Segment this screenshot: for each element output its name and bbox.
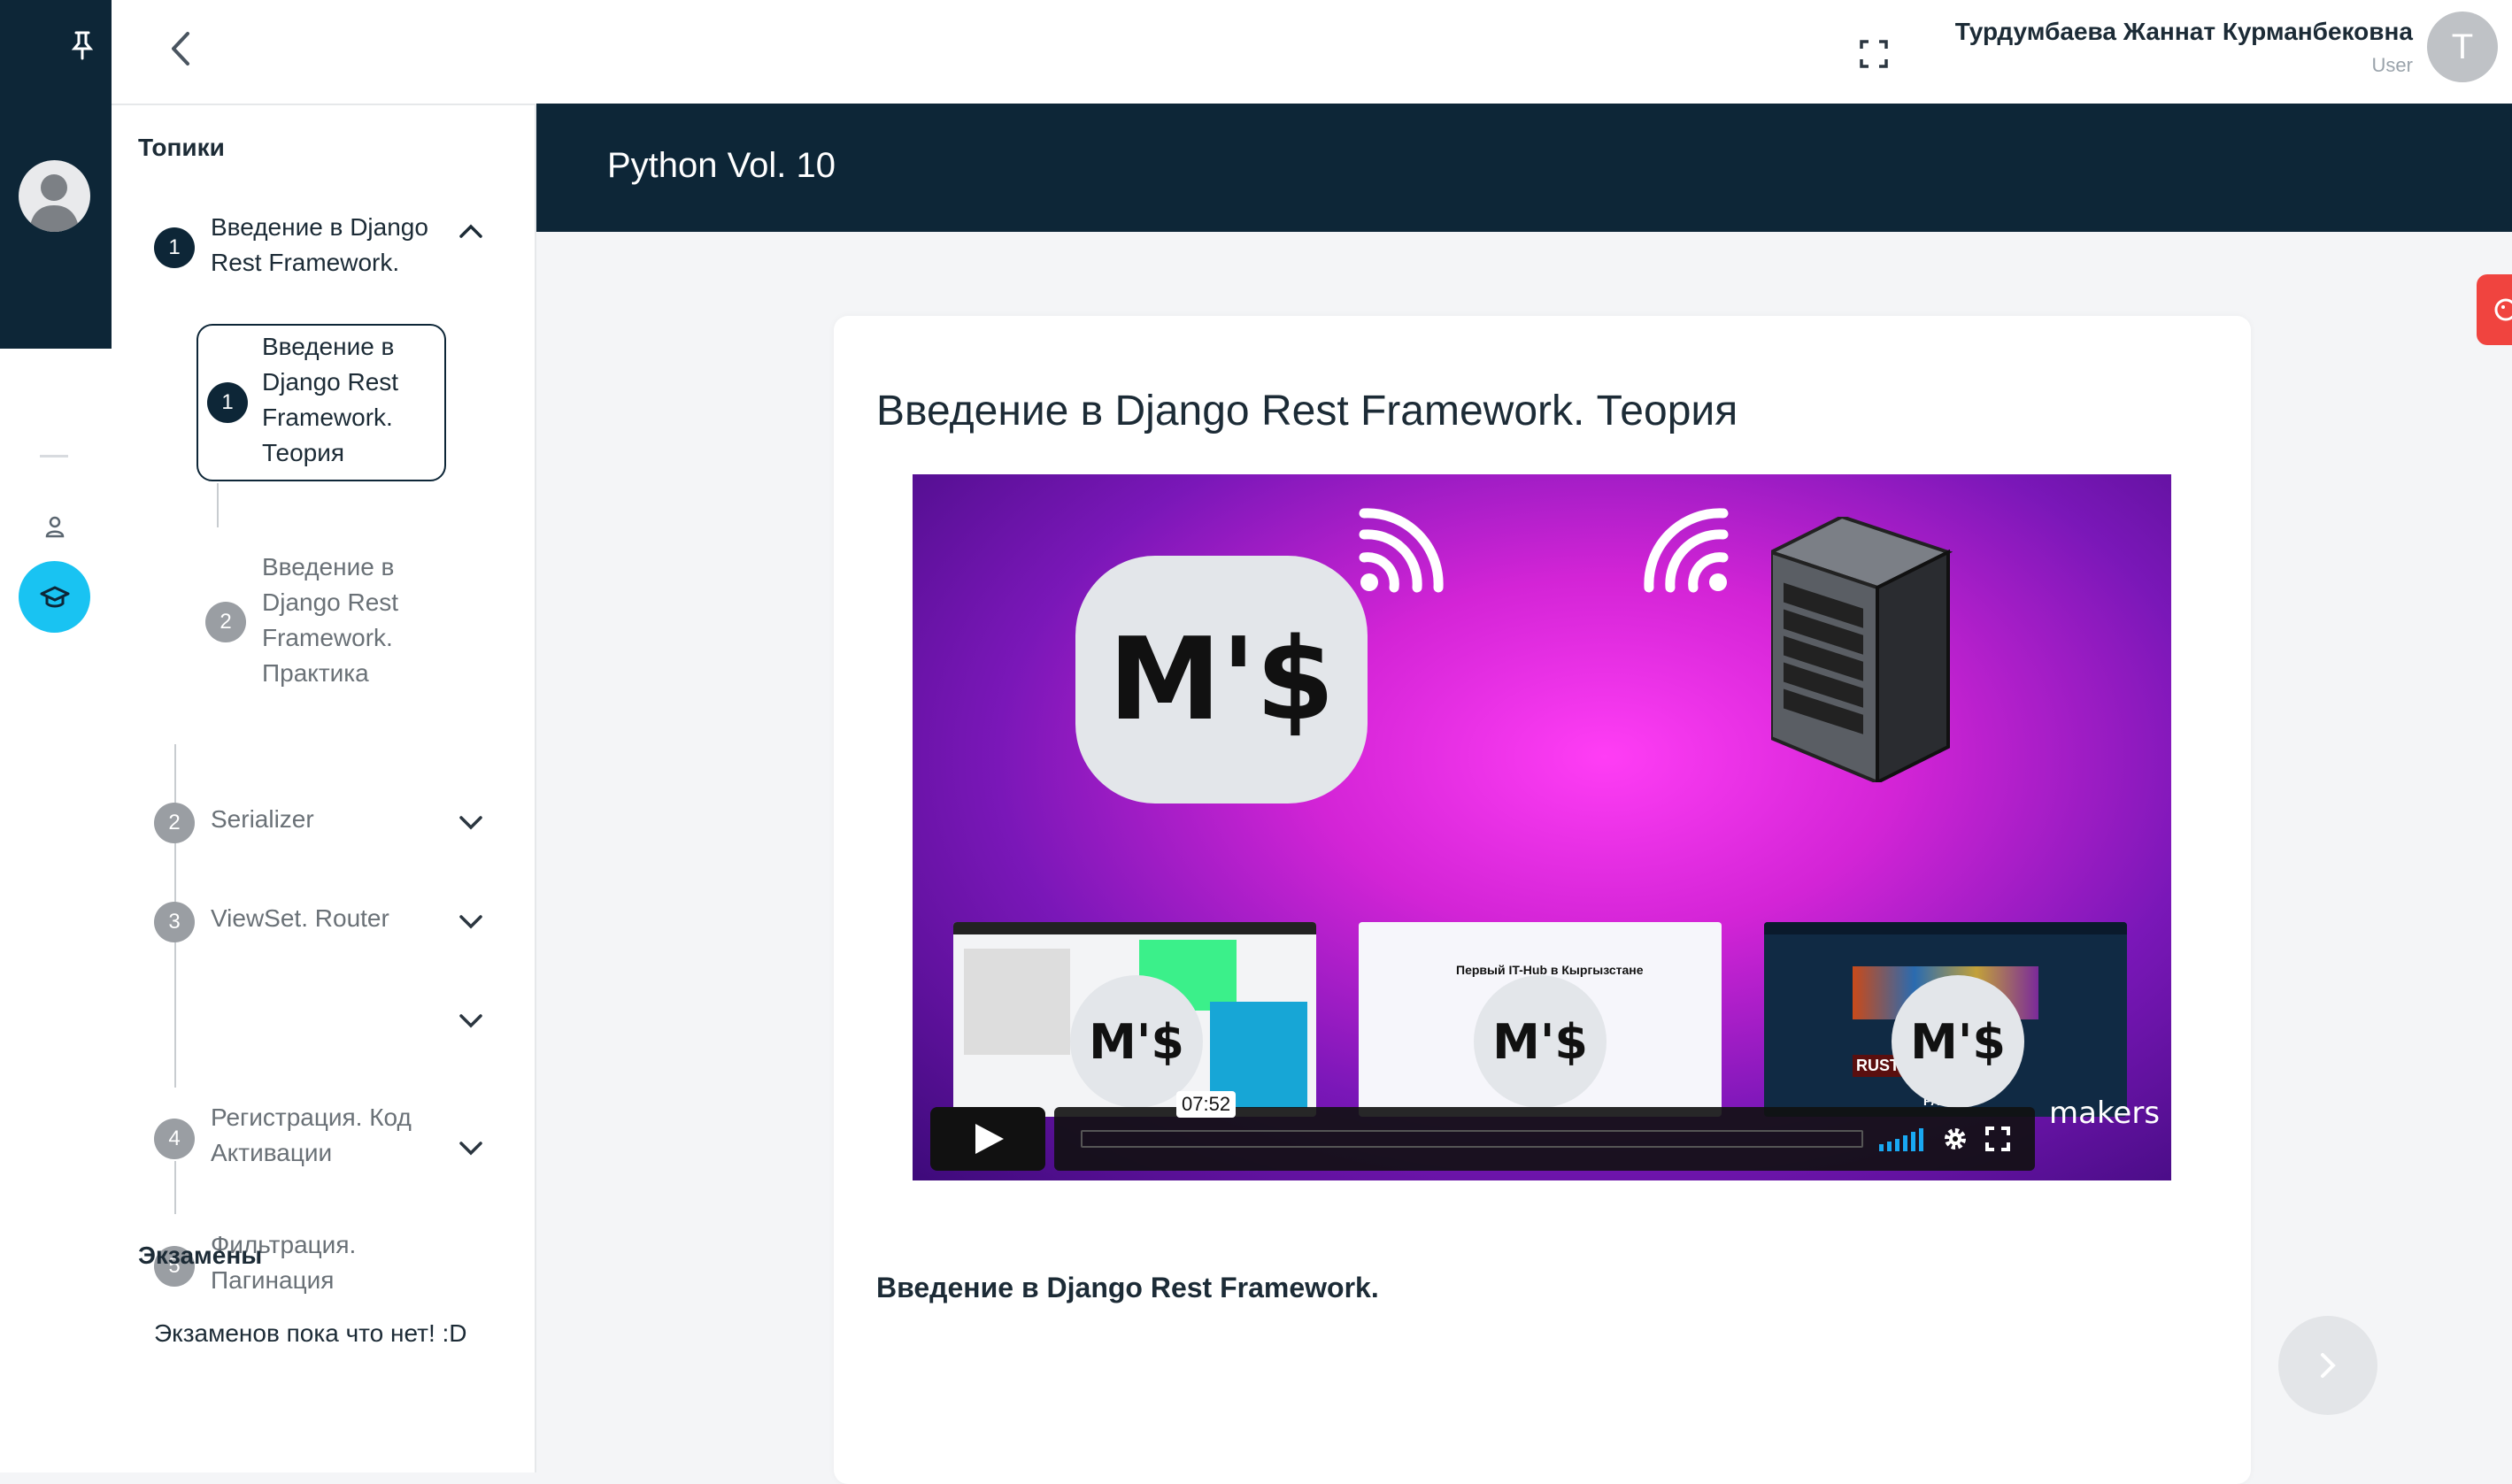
exams-heading: Экзамены (138, 1242, 263, 1269)
topics-sidebar: Топики 1 Введение в Django Rest Framewor… (112, 105, 536, 1472)
lesson-title: Введение в Django Rest Framework. Практи… (262, 553, 399, 687)
video-time: 07:52 (1176, 1091, 1237, 1118)
topic-number: 2 (154, 803, 195, 843)
rail-divider (40, 455, 68, 458)
course-header: Python Vol. 10 (536, 104, 2512, 232)
lesson-item-active[interactable]: 1 Введение в Django Rest Framework. Теор… (196, 324, 446, 481)
chevron-down-icon[interactable] (458, 914, 483, 930)
wifi-icon (1359, 508, 1444, 593)
pin-icon[interactable] (69, 30, 96, 60)
person-silhouette-icon (29, 174, 80, 232)
palette-icon (2494, 298, 2512, 321)
lesson-number: 2 (205, 602, 246, 642)
logo-badge: M'$ (1474, 975, 1607, 1108)
lesson-connector (217, 483, 219, 527)
lesson-number: 1 (207, 382, 248, 423)
topic-connector (174, 1161, 176, 1214)
settings-gear-icon[interactable] (1941, 1125, 1969, 1153)
chevron-down-icon[interactable] (458, 815, 483, 831)
play-button[interactable] (930, 1107, 1045, 1171)
fullscreen-icon[interactable] (1985, 1126, 2010, 1151)
user-avatar[interactable]: T (2427, 12, 2498, 82)
server-rack-icon (1771, 517, 1953, 782)
video-player[interactable]: M'$ M'$ Первый IT-Hub в Кыргызстане M'$ … (913, 474, 2171, 1180)
topic-title: Регистрация. Код Активации (211, 1103, 412, 1166)
course-title: Python Vol. 10 (607, 146, 836, 185)
user-icon[interactable] (44, 515, 65, 538)
left-rail (0, 0, 112, 1472)
topic-number: 1 (154, 227, 195, 268)
thumbnail-games: RUST PAVLOV M'$ (1764, 922, 2127, 1117)
video-control-bar: 07:52 (1054, 1091, 2035, 1171)
logo-badge: M'$ (1070, 975, 1203, 1108)
play-icon (975, 1124, 1004, 1154)
lesson-subheading: Введение в Django Rest Framework. (876, 1272, 1379, 1303)
top-bar: Турдумбаева Жаннат Курманбековна User T (112, 0, 2512, 105)
user-role: User (2371, 54, 2413, 76)
lesson-card: Введение в Django Rest Framework. Теория… (834, 316, 2251, 1484)
makers-watermark: makers (2049, 1096, 2161, 1131)
back-arrow-icon[interactable] (163, 27, 198, 71)
chevron-down-icon[interactable] (458, 1141, 483, 1157)
user-name[interactable]: Турдумбаева Жаннат Курманбековна (1955, 18, 2413, 46)
video-progress[interactable] (1081, 1130, 1863, 1148)
lesson-heading: Введение в Django Rest Framework. Теория (876, 388, 1738, 434)
courses-button[interactable] (19, 561, 90, 633)
no-exams-message: Экзаменов пока что нет! :D (154, 1319, 467, 1347)
topic-title: Введение в Django Rest Framework. (211, 213, 428, 276)
topic-title: ViewSet. Router (211, 904, 389, 932)
lesson-title: Введение в Django Rest Framework. Теория (262, 333, 399, 466)
video-controls: 07:52 (930, 1091, 2035, 1171)
topic-number: 4 (154, 1119, 195, 1159)
topic-title: Serializer (211, 805, 314, 833)
topics-heading: Топики (138, 134, 225, 161)
topic-number: 3 (154, 902, 195, 942)
chevron-down-icon[interactable] (458, 1013, 483, 1029)
volume-bars-icon[interactable] (1877, 1126, 1923, 1151)
avatar[interactable] (19, 160, 90, 232)
chevron-right-icon (2321, 1353, 2336, 1378)
logo-badge: M'$ (1892, 975, 2024, 1108)
chevron-up-icon[interactable] (458, 223, 483, 239)
logo-badge: M'$ (1075, 556, 1368, 804)
thumbnail-shop: M'$ (953, 922, 1316, 1117)
feedback-button[interactable] (2477, 274, 2512, 345)
fullscreen-icon[interactable] (1859, 39, 1889, 69)
graduation-cap-icon (40, 586, 69, 607)
wifi-icon (1644, 508, 1729, 593)
topic-connector (174, 944, 176, 1088)
thumbnail-landing: Первый IT-Hub в Кыргызстане M'$ (1359, 922, 1722, 1117)
next-lesson-button[interactable] (2278, 1316, 2377, 1415)
